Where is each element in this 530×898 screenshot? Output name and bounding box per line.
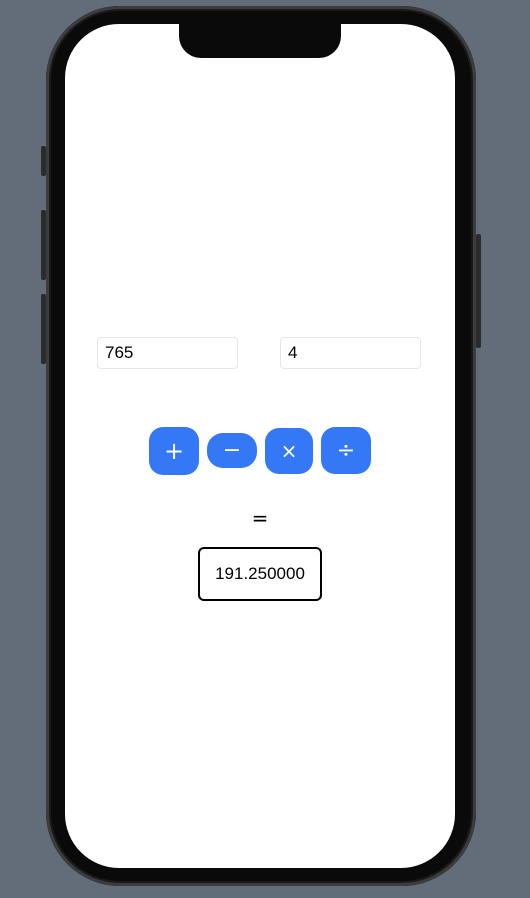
multiply-icon: × (280, 439, 298, 463)
app-screen: + − × ÷ = 191.250000 (65, 24, 455, 868)
result-value: 191.250000 (215, 564, 305, 583)
side-power-button (476, 234, 481, 348)
minus-icon: − (222, 437, 242, 463)
simulator-stage: + − × ÷ = 191.250000 (0, 0, 530, 898)
second-number-input[interactable] (280, 337, 421, 369)
divide-button[interactable]: ÷ (321, 427, 371, 474)
add-button[interactable]: + (149, 427, 199, 475)
notch (179, 24, 341, 58)
equals-label: = (251, 506, 269, 530)
plus-icon: + (163, 437, 185, 465)
first-number-input[interactable] (97, 337, 238, 369)
divide-icon: ÷ (336, 437, 356, 463)
multiply-button[interactable]: × (265, 428, 313, 474)
result-display: 191.250000 (198, 547, 322, 601)
subtract-button[interactable]: − (207, 433, 257, 468)
